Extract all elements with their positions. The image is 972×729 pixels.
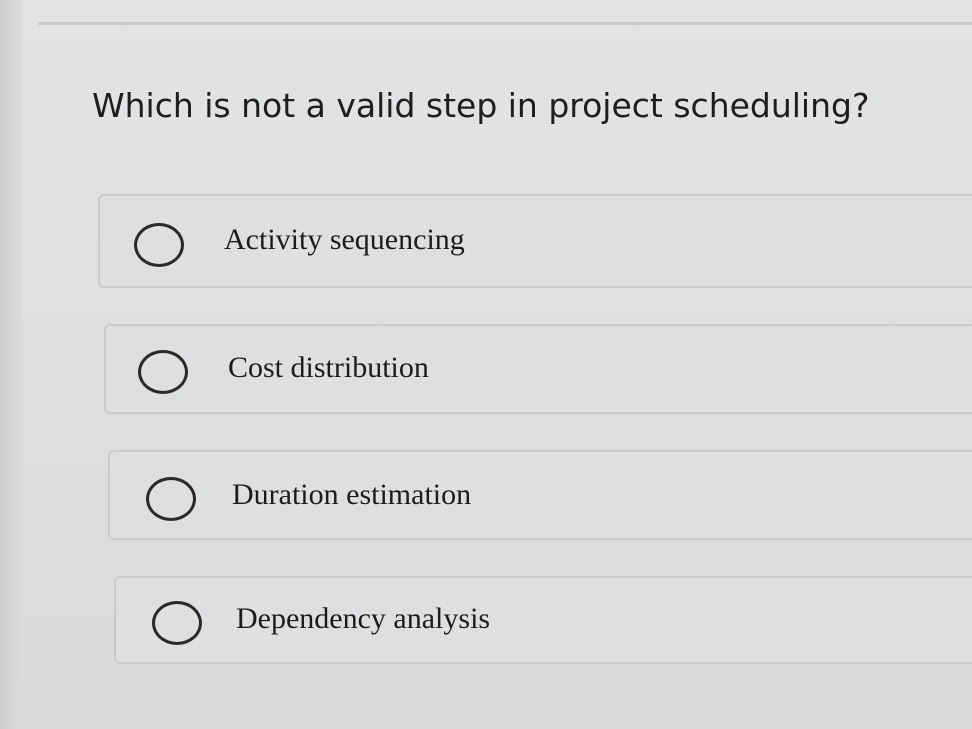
- radio-button-icon[interactable]: [152, 601, 202, 645]
- answer-option-4[interactable]: Dependency analysis: [114, 576, 972, 664]
- answer-option-1[interactable]: Activity sequencing: [98, 194, 972, 288]
- answer-option-label[interactable]: Dependency analysis: [236, 602, 490, 636]
- header-divider: [38, 22, 972, 25]
- radio-button-icon[interactable]: [134, 223, 184, 267]
- answer-option-label[interactable]: Cost distribution: [228, 351, 429, 385]
- left-edge-strip: [0, 0, 22, 729]
- radio-button-icon[interactable]: [146, 477, 196, 521]
- answer-option-label[interactable]: Activity sequencing: [224, 223, 465, 257]
- answer-option-3[interactable]: Duration estimation: [108, 450, 972, 540]
- answer-option-2[interactable]: Cost distribution: [104, 324, 972, 414]
- answer-option-label[interactable]: Duration estimation: [232, 478, 471, 512]
- radio-button-icon[interactable]: [138, 350, 188, 394]
- question-text: Which is not a valid step in project sch…: [92, 86, 870, 125]
